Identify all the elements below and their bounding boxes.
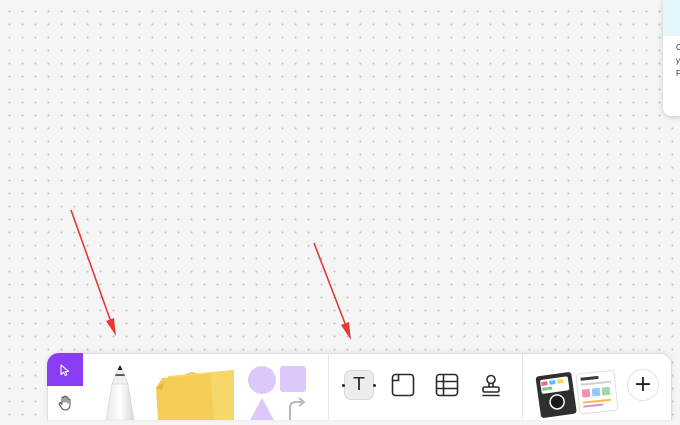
section-tool-button[interactable] — [388, 370, 418, 400]
shapes-tool-button[interactable] — [246, 364, 310, 420]
bottom-toolbar: T + — [47, 353, 672, 421]
stamp-tool-button[interactable] — [476, 370, 506, 400]
more-tools-button[interactable]: + — [627, 369, 659, 401]
templates-thumbnail-icon — [535, 370, 619, 418]
mode-selector — [47, 353, 83, 420]
side-card-line: C — [676, 43, 680, 52]
text-icon: T — [353, 374, 365, 395]
toolbar-divider — [328, 354, 329, 420]
side-card-line: F — [676, 69, 680, 78]
shapes-icon — [248, 366, 306, 420]
sticky-note-icon — [156, 370, 234, 420]
annotation-arrow-left — [70, 209, 116, 336]
text-tool-button[interactable]: T — [342, 370, 376, 400]
side-card-header — [663, 0, 680, 36]
side-card-body: C y F — [663, 36, 680, 80]
hand-tool-button[interactable] — [47, 386, 83, 419]
annotation-arrow-right — [313, 242, 351, 340]
marker-pen-icon — [105, 365, 135, 421]
marker-tool-button[interactable] — [102, 364, 138, 421]
hand-icon — [58, 395, 71, 411]
table-icon — [435, 373, 459, 397]
select-tool-button[interactable] — [47, 353, 83, 386]
text-handle-right — [373, 384, 376, 387]
section-icon — [391, 373, 415, 397]
plus-icon: + — [633, 372, 653, 397]
side-card[interactable]: C y F — [663, 0, 680, 116]
table-tool-button[interactable] — [432, 370, 462, 400]
toolbar-divider — [522, 354, 523, 420]
stamp-icon — [482, 374, 500, 397]
cursor-arrow-icon — [60, 363, 70, 376]
side-card-line: y — [676, 56, 680, 65]
text-handle-left — [342, 384, 345, 387]
sticky-note-tool-button[interactable] — [152, 366, 236, 420]
templates-tool-button[interactable] — [534, 364, 620, 420]
